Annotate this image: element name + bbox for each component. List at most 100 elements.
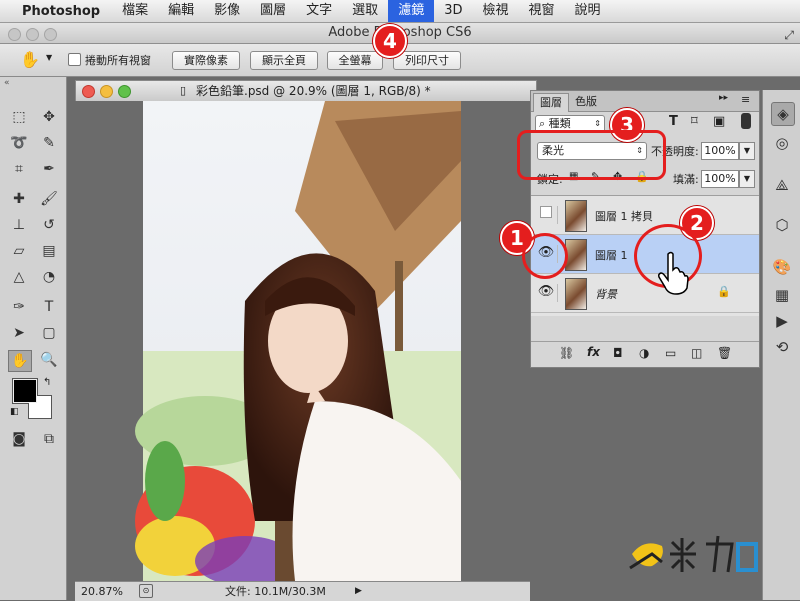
zoom-tool-icon[interactable]: 🔍	[38, 350, 60, 370]
link-layers-icon[interactable]: ⛓	[559, 346, 574, 360]
zoom-window-button[interactable]	[44, 28, 57, 41]
menu-3d[interactable]: 3D	[434, 0, 472, 22]
history-brush-tool-icon[interactable]: ↺	[38, 215, 60, 235]
blur-tool-icon[interactable]: △	[8, 267, 30, 287]
type-tool-icon[interactable]: T	[38, 297, 60, 317]
watermark-logo	[629, 535, 758, 573]
new-group-icon[interactable]: ▭	[665, 346, 676, 360]
add-mask-icon[interactable]: ◘	[613, 346, 623, 360]
close-window-button[interactable]	[8, 28, 21, 41]
crop-tool-icon[interactable]: ⌗	[8, 159, 30, 179]
paths-dock-icon[interactable]: ⟁	[771, 174, 793, 196]
layers-dock-icon[interactable]: ◈	[771, 102, 795, 126]
right-panel-dock: ◈ ◎ ⟁ ⬡ 🎨 ▦ ▶ ⟲	[762, 90, 800, 600]
pen-tool-icon[interactable]: ✑	[8, 297, 30, 317]
new-layer-icon[interactable]: ◫	[691, 346, 702, 360]
annotation-highlight-blend-mode	[517, 130, 666, 180]
layer-name[interactable]: 圖層 1	[595, 247, 628, 263]
canvas-area[interactable]	[75, 101, 530, 581]
layer-name[interactable]: 圖層 1 拷貝	[595, 208, 653, 224]
menu-image[interactable]: 影像	[204, 0, 250, 22]
status-menu-icon[interactable]: ⊙	[139, 584, 153, 598]
lock-icon: 🔒	[717, 285, 731, 298]
quick-mask-icon[interactable]: ◙	[8, 429, 30, 449]
brush-tool-icon[interactable]: 🖌	[38, 189, 60, 209]
zoom-document-button[interactable]	[118, 85, 131, 98]
menu-layer[interactable]: 圖層	[250, 0, 296, 22]
clone-stamp-tool-icon[interactable]: ⊥	[8, 215, 30, 235]
dodge-tool-icon[interactable]: ◔	[38, 267, 60, 287]
layer-name[interactable]: 背景	[595, 286, 617, 302]
marquee-tool-icon[interactable]: ⬚	[8, 107, 30, 127]
actions-dock-icon[interactable]: ▶	[771, 310, 793, 332]
menu-bar: Photoshop 檔案 編輯 影像 圖層 文字 選取 濾鏡 3D 檢視 視窗 …	[0, 0, 800, 23]
app-name-menu[interactable]: Photoshop	[16, 4, 112, 19]
menu-select[interactable]: 選取	[342, 0, 388, 22]
menu-help[interactable]: 說明	[565, 0, 611, 22]
layer-thumbnail	[565, 278, 587, 310]
minimize-document-button[interactable]	[100, 85, 113, 98]
type-filter-icon[interactable]: T	[669, 114, 678, 129]
hand-tool-icon[interactable]: ✋	[20, 50, 40, 69]
gradient-tool-icon[interactable]: ▤	[38, 241, 60, 261]
photo-image	[135, 101, 461, 581]
document-title: 彩色鉛筆.psd @ 20.9% (圖層 1, RGB/8) *	[196, 84, 431, 98]
swap-colors-icon[interactable]: ↰	[43, 377, 51, 388]
tab-channels[interactable]: 色版	[569, 93, 603, 111]
layer-row-copy[interactable]: 圖層 1 拷貝	[531, 196, 759, 235]
annotation-badge-4: 4	[373, 24, 407, 58]
quick-selection-tool-icon[interactable]: ✎	[38, 133, 60, 153]
tab-layers[interactable]: 圖層	[533, 93, 569, 112]
panel-menu-icon[interactable]: ≡	[741, 93, 750, 106]
history-dock-icon[interactable]: ⟲	[771, 336, 793, 358]
zoom-level-field[interactable]: 20.87%	[81, 582, 123, 601]
filter-toggle-switch[interactable]	[741, 113, 751, 129]
fill-screen-button[interactable]: 全螢幕	[327, 51, 383, 70]
healing-brush-tool-icon[interactable]: ✚	[8, 189, 30, 209]
color-dock-icon[interactable]: 🎨	[771, 256, 793, 278]
eyedropper-tool-icon[interactable]: ✒	[38, 159, 60, 179]
opacity-input[interactable]: 100%	[701, 142, 739, 160]
tool-preset-dropdown-icon[interactable]: ▼	[46, 53, 52, 62]
fit-screen-button[interactable]: 顯示全頁	[250, 51, 318, 70]
fill-label: 填滿:	[673, 173, 699, 186]
smart-object-filter-icon[interactable]: ▣	[713, 114, 725, 129]
filter-kind-label: 種類	[548, 117, 571, 130]
scroll-all-windows-checkbox[interactable]	[68, 53, 81, 66]
adjustment-layer-icon[interactable]: ◑	[639, 346, 649, 360]
status-arrow-icon[interactable]: ▶	[355, 582, 362, 601]
hand-tool-button[interactable]: ✋	[8, 350, 32, 372]
shape-filter-icon[interactable]: ⌑	[691, 114, 698, 129]
move-tool-icon[interactable]: ✥	[38, 107, 60, 127]
3d-dock-icon[interactable]: ⬡	[771, 214, 793, 236]
swatches-dock-icon[interactable]: ▦	[771, 284, 793, 306]
path-selection-tool-icon[interactable]: ➤	[8, 323, 30, 343]
screen-mode-icon[interactable]: ⧉	[38, 429, 60, 449]
menu-view[interactable]: 檢視	[472, 0, 518, 22]
delete-layer-icon[interactable]: 🗑	[717, 346, 732, 360]
menu-file[interactable]: 檔案	[112, 0, 158, 22]
default-colors-icon[interactable]: ◧	[10, 407, 19, 417]
actual-pixels-button[interactable]: 實際像素	[172, 51, 240, 70]
menu-type[interactable]: 文字	[296, 0, 342, 22]
fx-icon[interactable]: fx	[587, 345, 600, 359]
fullscreen-icon[interactable]: ⤢	[784, 25, 794, 45]
eraser-tool-icon[interactable]: ▱	[8, 241, 30, 261]
print-size-button[interactable]: 列印尺寸	[393, 51, 461, 70]
fill-input[interactable]: 100%	[701, 170, 739, 188]
minimize-window-button[interactable]	[26, 28, 39, 41]
hand-cursor-icon	[658, 251, 689, 295]
collapse-panel-icon[interactable]: «	[4, 78, 10, 88]
channels-dock-icon[interactable]: ◎	[771, 132, 793, 154]
menu-window[interactable]: 視窗	[519, 0, 565, 22]
eye-icon[interactable]: 👁	[535, 284, 558, 302]
lasso-tool-icon[interactable]: ➰	[8, 133, 30, 153]
menu-filter[interactable]: 濾鏡	[388, 0, 435, 22]
fill-dropdown-icon[interactable]: ▼	[739, 170, 755, 188]
opacity-dropdown-icon[interactable]: ▼	[739, 142, 755, 160]
shape-tool-icon[interactable]: ▢	[38, 323, 60, 343]
collapse-panel-icon[interactable]: ▸▸	[719, 93, 728, 103]
layer-visibility-toggle[interactable]	[535, 206, 558, 224]
menu-edit[interactable]: 編輯	[158, 0, 204, 22]
close-document-button[interactable]	[82, 85, 95, 98]
